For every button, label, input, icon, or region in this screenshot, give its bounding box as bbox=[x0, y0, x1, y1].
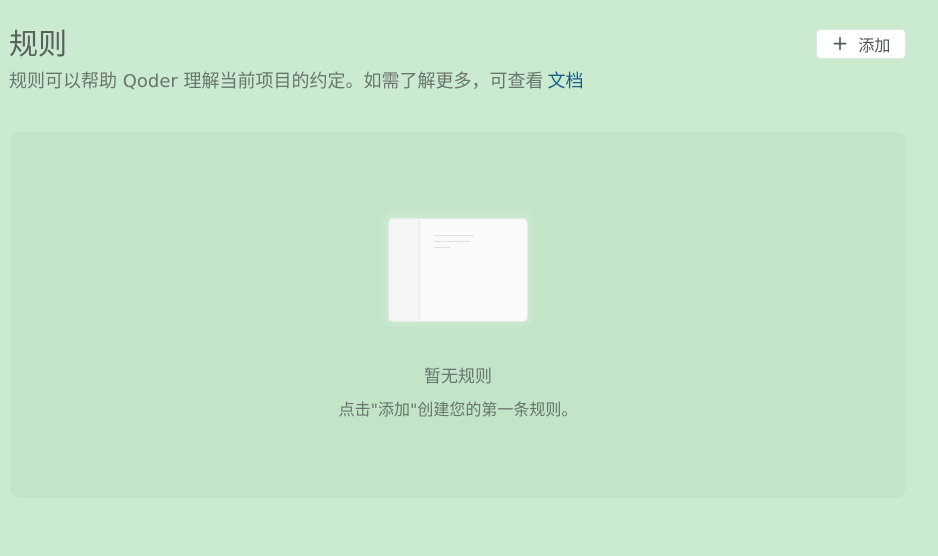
add-button-label: 添加 bbox=[858, 36, 891, 55]
page-subtitle: 规则可以帮助 Qoder 理解当前项目的约定。如需了解更多，可查看 文档 bbox=[9, 68, 584, 96]
subtitle-text: 规则可以帮助 Qoder 理解当前项目的约定。如需了解更多，可查看 bbox=[9, 71, 544, 92]
page-title: 规则 bbox=[9, 27, 68, 61]
docs-link[interactable]: 文档 bbox=[548, 71, 584, 92]
plus-icon: + bbox=[831, 31, 849, 55]
empty-state-title: 暂无规则 bbox=[424, 367, 492, 387]
document-line bbox=[434, 235, 474, 236]
document-line bbox=[434, 247, 450, 248]
empty-state-panel: 暂无规则 点击"添加"创建您的第一条规则。 bbox=[10, 132, 906, 498]
document-line bbox=[434, 241, 470, 242]
empty-state-description: 点击"添加"创建您的第一条规则。 bbox=[338, 400, 578, 419]
add-rule-button[interactable]: + 添加 bbox=[816, 29, 906, 59]
document-card bbox=[388, 218, 528, 322]
document-sidebar-strip bbox=[389, 219, 420, 321]
document-icon bbox=[384, 212, 532, 326]
